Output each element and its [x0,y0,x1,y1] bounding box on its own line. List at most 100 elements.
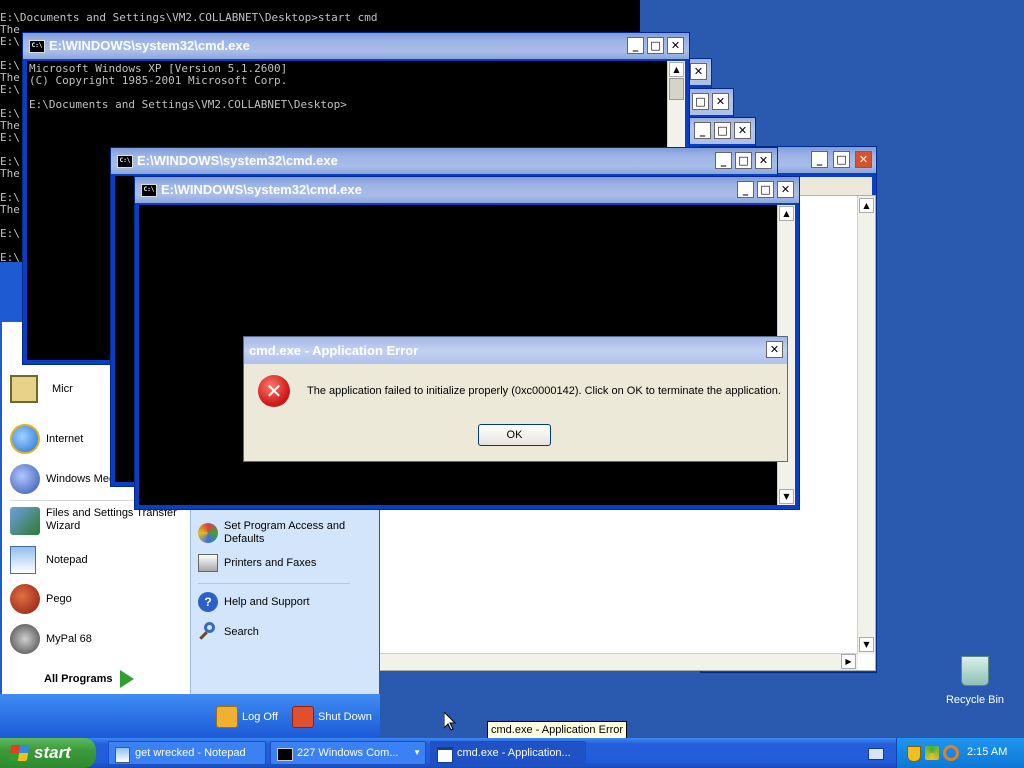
start-menu-item-help[interactable]: ? Help and Support [198,592,310,612]
shut-down-button[interactable]: Shut Down [292,706,372,728]
console-text: Microsoft Windows XP [Version 5.1.2600] … [29,62,347,111]
outlook-icon [10,375,38,403]
dialog-title-bar[interactable]: cmd.exe - Application Error ✕ [244,337,787,364]
error-icon: ✕ [258,375,290,407]
maximize-icon[interactable]: □ [833,151,850,168]
ok-button[interactable]: OK [478,424,551,446]
start-menu-item-pego[interactable]: Pego [10,584,72,614]
minimize-icon[interactable]: _ [694,122,711,139]
start-menu-right-label: Printers and Faxes [224,557,317,569]
shut-down-label: Shut Down [318,711,372,723]
start-menu-item-transfer-wizard[interactable]: Files and Settings Transfer Wizard [10,507,178,535]
start-menu-item-outlook[interactable]: Micr [10,375,73,403]
scroll-right-icon[interactable]: ▶ [841,654,856,669]
start-menu-item-program-access[interactable]: Set Program Access and Defaults [198,520,354,546]
error-dialog[interactable]: cmd.exe - Application Error ✕ ✕ The appl… [243,336,788,462]
security-shield-icon[interactable] [907,746,921,762]
mouse-cursor-icon [443,710,457,734]
vertical-scrollbar[interactable]: ▲ ▼ [857,196,875,654]
close-icon[interactable]: ✕ [766,341,783,358]
mypal-icon [10,624,40,654]
cmd-group-icon [277,748,293,761]
start-menu-right-label: Set Program Access and Defaults [224,520,346,545]
maximize-icon[interactable]: □ [692,93,709,110]
start-menu-item-media-player[interactable]: Windows Mec [10,464,114,494]
maximize-icon[interactable]: □ [757,181,774,198]
transfer-wizard-icon [10,507,40,535]
start-menu-item-label: Internet [46,433,84,445]
close-icon[interactable]: ✕ [777,181,794,198]
recycle-bin-label: Recycle Bin [945,694,1005,706]
all-programs-label: All Programs [44,673,113,685]
scroll-thumb[interactable] [669,78,684,100]
scroll-down-icon[interactable]: ▼ [859,637,874,652]
start-menu-right-divider [198,583,350,584]
start-menu-item-notepad[interactable]: Notepad [10,546,88,574]
scroll-down-icon[interactable]: ▼ [779,489,794,504]
close-icon[interactable]: ✕ [734,122,751,139]
maximize-icon[interactable]: □ [647,37,664,54]
log-off-button[interactable]: Log Off [216,706,278,728]
network-icon[interactable] [925,746,939,760]
search-tray-icon[interactable] [943,745,959,761]
system-tray: 2:15 AM [896,738,1024,768]
cmd-icon: C:\ [29,40,45,53]
minimize-icon[interactable]: _ [737,181,754,198]
printer-icon [198,554,218,572]
taskbar-button-cmd-group[interactable]: 227 Windows Com... ▼ [270,741,426,765]
minimize-icon[interactable]: _ [811,151,828,168]
title-bar[interactable]: C:\ E:\WINDOWS\system32\cmd.exe _ □ ✕ [111,148,777,174]
start-menu-item-search[interactable]: Search [198,622,259,642]
help-icon: ? [198,592,218,612]
close-icon[interactable]: ✕ [712,93,729,110]
taskbar-button-notepad[interactable]: get wrecked - Notepad [108,741,266,765]
start-menu-right-label: Search [224,626,259,638]
start-menu-item-label: MyPal 68 [46,633,92,645]
notepad-icon [115,747,130,763]
green-arrow-icon [120,670,135,688]
minimize-icon[interactable]: _ [715,152,732,169]
horizontal-scrollbar[interactable]: ▶ [379,653,858,670]
maximize-icon[interactable]: □ [714,122,731,139]
all-programs-button[interactable]: All Programs [44,670,135,688]
start-menu-item-printers[interactable]: Printers and Faxes [198,554,316,572]
close-icon[interactable]: ✕ [667,37,684,54]
close-icon[interactable]: ✕ [690,63,707,80]
cmd-icon: C:\ [141,184,157,197]
start-menu-item-label: Pego [46,593,72,605]
taskbar-button-label: get wrecked - Notepad [135,747,246,759]
taskbar-button-label: cmd.exe - Application... [457,747,571,759]
error-message: The application failed to initialize pro… [307,385,781,397]
search-icon [198,622,218,642]
log-off-icon [216,706,238,728]
scroll-up-icon[interactable]: ▲ [779,206,794,221]
start-menu-item-label: Notepad [46,554,88,566]
scroll-up-icon[interactable]: ▲ [859,198,874,213]
title-bar[interactable]: C:\ E:\WINDOWS\system32\cmd.exe _ □ ✕ [23,33,689,59]
windows-media-player-icon [10,464,40,494]
start-button[interactable]: start [0,738,96,768]
taskbar-button-label: 227 Windows Com... [297,747,399,759]
recycle-bin-icon [961,656,989,686]
title-bar[interactable]: C:\ E:\WINDOWS\system32\cmd.exe _ □ ✕ [135,177,799,203]
chevron-down-icon: ▼ [413,748,421,757]
close-icon[interactable]: ✕ [855,151,872,168]
dialog-title: cmd.exe - Application Error [249,343,419,358]
window-title: E:\WINDOWS\system32\cmd.exe [49,38,250,53]
start-menu-item-label: Windows Mec [46,473,115,485]
start-menu-item-label: Files and Settings Transfer Wizard [46,507,177,532]
start-menu-item-mypal[interactable]: MyPal 68 [10,624,92,654]
window-title: E:\WINDOWS\system32\cmd.exe [137,153,338,168]
scroll-up-icon[interactable]: ▲ [669,62,684,77]
clock[interactable]: 2:15 AM [967,746,1007,758]
maximize-icon[interactable]: □ [735,152,752,169]
close-icon[interactable]: ✕ [755,152,772,169]
minimize-icon[interactable]: _ [627,37,644,54]
start-menu-right-label: Help and Support [224,596,310,608]
keyboard-icon[interactable] [868,748,884,760]
start-menu-item-internet[interactable]: Internet [10,424,83,454]
taskbar-button-error[interactable]: cmd.exe - Application... [430,741,586,765]
start-menu-item-label: Micr [52,383,73,395]
power-icon [292,706,314,728]
recycle-bin[interactable]: Recycle Bin [940,656,1010,706]
